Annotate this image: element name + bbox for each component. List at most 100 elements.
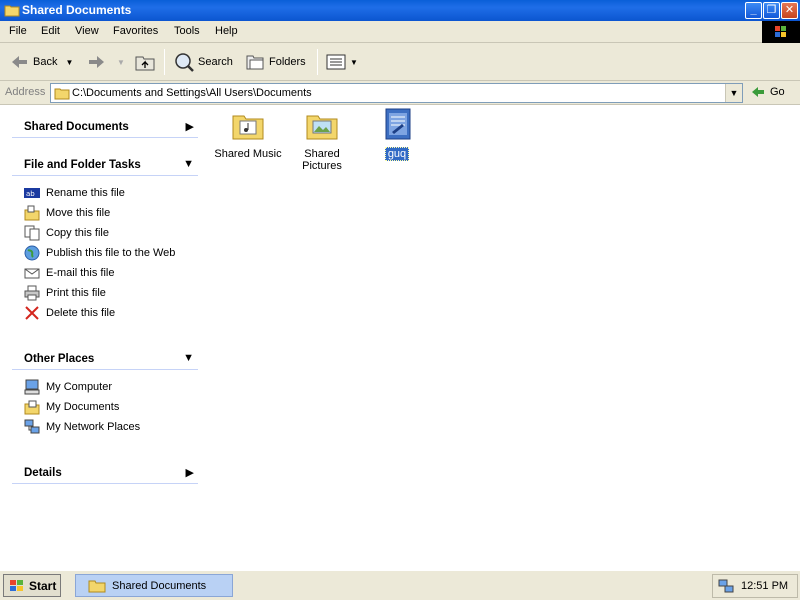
task-label: Print this file <box>46 287 106 299</box>
system-tray: 12:51 PM <box>712 574 798 598</box>
pane-header-other-places[interactable]: Other Places ▼ <box>12 348 198 370</box>
go-label: Go <box>770 86 785 98</box>
chevron-right-icon[interactable]: ▶ <box>186 466 194 479</box>
place-label: My Computer <box>46 381 113 393</box>
file-view[interactable]: Shared Music Shared Pictures guq <box>205 106 800 570</box>
delete-x-icon <box>25 306 39 320</box>
task-rename[interactable]: ab Rename this file <box>24 184 125 202</box>
move-icon <box>24 205 40 221</box>
menu-edit[interactable]: Edit <box>41 25 60 37</box>
go-arrow-icon <box>752 87 764 97</box>
task-copy[interactable]: Copy this file <box>24 224 109 242</box>
windows-logo-icon <box>10 579 23 591</box>
chevron-down-icon[interactable]: ▼ <box>65 58 73 67</box>
task-print[interactable]: Print this file <box>24 284 106 302</box>
menu-help[interactable]: Help <box>215 25 238 37</box>
up-folder-button[interactable] <box>134 51 159 73</box>
address-value: C:\Documents and Settings\All Users\Docu… <box>72 87 312 99</box>
file-name: Shared Music <box>214 148 282 160</box>
file-item-guq[interactable]: guq <box>360 108 434 161</box>
menu-favorites[interactable]: Favorites <box>113 25 158 37</box>
folders-button[interactable]: Folders <box>244 51 306 73</box>
back-label: Back <box>33 56 58 68</box>
task-label: Delete this file <box>46 307 116 319</box>
minimize-button[interactable]: _ <box>745 2 762 19</box>
computer-icon <box>24 379 40 395</box>
file-name: Shared Pictures <box>302 148 342 172</box>
file-name: guq <box>384 147 410 161</box>
windows-logo-icon <box>762 21 800 43</box>
pane-header-title: Shared Documents <box>24 121 129 133</box>
task-label: Move this file <box>46 207 111 219</box>
toolbar: Back ▼ ▼ Search Folders ▼ <box>0 43 800 81</box>
chevron-down-icon[interactable]: ▼ <box>183 158 194 170</box>
task-email[interactable]: E-mail this file <box>24 264 114 282</box>
task-label: Rename this file <box>46 187 125 199</box>
toolbar-separator <box>164 49 165 75</box>
task-publish[interactable]: Publish this file to the Web <box>24 244 175 262</box>
folder-icon <box>54 88 70 100</box>
folders-label: Folders <box>269 56 306 68</box>
pane-header-shared-documents[interactable]: Shared Documents ▶ <box>12 116 198 138</box>
toolbar-separator <box>317 49 318 75</box>
file-item-shared-music[interactable]: Shared Music <box>211 108 285 160</box>
start-button[interactable]: Start <box>3 574 61 597</box>
address-input[interactable]: C:\Documents and Settings\All Users\Docu… <box>50 83 743 103</box>
clock[interactable]: 12:51 PM <box>741 580 788 592</box>
pane-header-details[interactable]: Details ▶ <box>12 462 198 484</box>
network-tray-icon[interactable] <box>717 578 735 594</box>
pictures-folder-icon <box>306 115 338 140</box>
folder-icon <box>88 580 106 592</box>
place-label: My Network Places <box>46 421 141 433</box>
search-button[interactable]: Search <box>173 51 233 73</box>
title-bar[interactable]: Shared Documents _ ❐ ✕ <box>0 0 800 21</box>
search-icon <box>175 53 194 72</box>
task-pane: Shared Documents ▶ File and Folder Tasks… <box>0 106 205 570</box>
up-folder-icon <box>135 56 155 71</box>
address-bar: Address C:\Documents and Settings\All Us… <box>0 81 800 105</box>
rename-icon: ab <box>24 188 40 198</box>
task-label: E-mail this file <box>46 267 115 279</box>
menu-view[interactable]: View <box>75 25 99 37</box>
file-item-shared-pictures[interactable]: Shared Pictures <box>285 108 359 172</box>
task-move[interactable]: Move this file <box>24 204 110 222</box>
network-icon <box>24 419 40 434</box>
copy-icon <box>24 225 40 241</box>
printer-icon <box>24 285 40 301</box>
folder-icon <box>4 5 20 17</box>
close-button[interactable]: ✕ <box>781 2 798 19</box>
chevron-down-icon[interactable]: ▼ <box>350 58 358 67</box>
taskbar: Start Shared Documents 12:51 PM <box>0 570 800 600</box>
pane-header-file-folder-tasks[interactable]: File and Folder Tasks ▼ <box>12 154 198 176</box>
menu-tools[interactable]: Tools <box>174 25 200 37</box>
search-label: Search <box>198 56 233 68</box>
address-label: Address <box>5 86 46 98</box>
chevron-down-icon[interactable]: ▼ <box>117 58 125 67</box>
window-title: Shared Documents <box>22 3 132 17</box>
address-dropdown-button[interactable]: ▼ <box>725 84 742 102</box>
menu-bar: File Edit View Favorites Tools Help <box>0 21 800 43</box>
back-button[interactable]: Back ▼ <box>8 51 73 73</box>
task-delete[interactable]: Delete this file <box>24 304 115 322</box>
chevron-down-icon[interactable]: ▼ <box>183 352 194 364</box>
chevron-right-icon[interactable]: ▶ <box>186 120 194 133</box>
place-label: My Documents <box>46 401 120 413</box>
folders-icon <box>246 55 264 70</box>
views-button[interactable]: ▼ <box>325 51 358 73</box>
task-label: Publish this file to the Web <box>46 247 176 259</box>
document-icon <box>385 108 411 140</box>
forward-button[interactable]: ▼ <box>86 51 125 73</box>
globe-icon <box>24 245 40 261</box>
pane-header-title: Other Places <box>24 353 95 365</box>
envelope-icon <box>24 268 40 279</box>
documents-folder-icon <box>24 400 40 415</box>
place-my-documents[interactable]: My Documents <box>24 398 119 416</box>
taskbar-item-shared-documents[interactable]: Shared Documents <box>75 574 233 597</box>
maximize-button[interactable]: ❐ <box>763 2 780 19</box>
place-my-computer[interactable]: My Computer <box>24 378 112 396</box>
menu-file[interactable]: File <box>9 25 27 37</box>
go-button[interactable]: Go <box>750 85 785 99</box>
pane-header-title: File and Folder Tasks <box>24 159 141 171</box>
place-my-network-places[interactable]: My Network Places <box>24 418 140 436</box>
task-label: Copy this file <box>46 227 109 239</box>
